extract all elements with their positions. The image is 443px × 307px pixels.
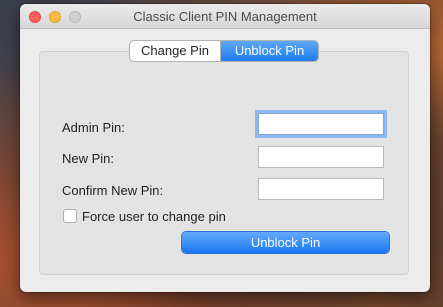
- tab-change-pin[interactable]: Change Pin: [130, 41, 221, 61]
- window-title: Classic Client PIN Management: [133, 9, 317, 24]
- app-window: Classic Client PIN Management Change Pin…: [20, 4, 430, 292]
- confirm-pin-label: Confirm New Pin:: [62, 183, 164, 198]
- tab-bar: Change Pin Unblock Pin: [130, 41, 318, 61]
- unblock-pin-button[interactable]: Unblock Pin: [182, 232, 389, 253]
- tab-unblock-pin[interactable]: Unblock Pin: [221, 41, 318, 61]
- confirm-pin-field[interactable]: [258, 178, 384, 200]
- admin-pin-label: Admin Pin:: [62, 120, 125, 135]
- force-change-label[interactable]: Force user to change pin: [82, 209, 226, 224]
- title-bar[interactable]: Classic Client PIN Management: [20, 4, 430, 29]
- admin-pin-field[interactable]: [258, 113, 384, 135]
- new-pin-field[interactable]: [258, 146, 384, 168]
- force-change-checkbox[interactable]: [63, 209, 77, 223]
- new-pin-label: New Pin:: [62, 151, 115, 166]
